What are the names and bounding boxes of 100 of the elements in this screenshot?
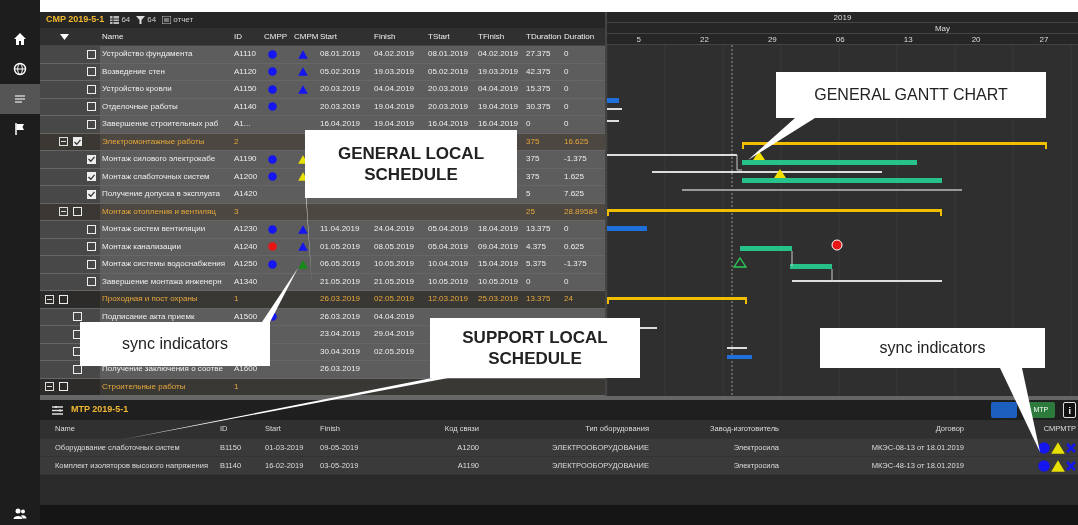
table-cell-text: A1110: [233, 48, 257, 61]
checkbox[interactable]: [87, 189, 96, 199]
checkbox[interactable]: [87, 119, 96, 129]
table-cell-text: Подписание акта приемк: [101, 310, 196, 323]
table-cell-text: A1150: [233, 83, 258, 96]
checkbox[interactable]: [73, 207, 82, 217]
table-cell-text: 375: [525, 153, 541, 166]
users-icon[interactable]: [13, 507, 27, 521]
table-cell-text: 1: [233, 293, 240, 306]
table-cell-text: 0: [525, 118, 532, 131]
callout-label: GENERAL LOCAL SCHEDULE: [305, 130, 517, 198]
checkbox[interactable]: [87, 259, 96, 269]
column-header[interactable]: Start: [318, 30, 372, 43]
table-cell-text: 0: [563, 100, 570, 113]
expand-toggle[interactable]: [45, 294, 54, 304]
table-cell-text: 02.05.2019: [373, 293, 416, 306]
table-cell-text: 375: [525, 170, 541, 183]
table-cell-text: 05.02.2019: [427, 65, 470, 78]
callout-label: sync indicators: [80, 322, 270, 366]
column-header[interactable]: TFinish: [476, 30, 524, 43]
check-icon: [88, 191, 95, 198]
table-cell-text: A1250: [233, 258, 259, 271]
checkbox[interactable]: [59, 294, 68, 304]
table-cell-text: 1.625: [563, 170, 586, 183]
column-header[interactable]: Name: [100, 30, 232, 43]
checkbox[interactable]: [73, 312, 82, 322]
table-cell-text: A1140: [233, 100, 258, 113]
table-cell-text: A1240: [233, 240, 259, 253]
gantt-bar: [790, 264, 832, 269]
column-header[interactable]: TStart: [426, 30, 476, 43]
table-cell-text: A1230: [233, 223, 259, 236]
checkbox[interactable]: [73, 137, 82, 147]
table-cell-text: 19.04.2019: [373, 100, 416, 113]
column-header[interactable]: CMPP: [262, 30, 292, 43]
triangle-marker: [774, 169, 786, 178]
table-cell-text: -1.375: [563, 153, 588, 166]
table-cell-text: 0: [563, 48, 570, 61]
connector-line: [831, 268, 833, 282]
check-icon: [88, 156, 95, 163]
table-cell-text: A1200: [233, 170, 259, 183]
column-header[interactable]: Duration: [562, 30, 600, 43]
settings-icon[interactable]: [52, 405, 63, 415]
table-cell-text: 1: [233, 380, 240, 393]
table-icon[interactable]: [110, 16, 120, 24]
table-cell-text: 20.03.2019: [427, 100, 470, 113]
table-cell-text: 4.375: [525, 240, 548, 253]
column-header[interactable]: Finish: [372, 30, 426, 43]
checkbox[interactable]: [87, 49, 96, 59]
table-cell-text: 15.375: [525, 83, 552, 96]
table-cell-text: 19.04.2019: [373, 118, 416, 131]
table-cell-text: 08.01.2019: [319, 48, 362, 61]
table-cell-text: 24: [563, 293, 574, 306]
column-header[interactable]: TDuration: [524, 30, 562, 43]
column-header[interactable]: ID: [232, 30, 262, 43]
checkbox[interactable]: [59, 382, 68, 392]
caret-icon[interactable]: [60, 33, 69, 40]
table-cell-text: 0: [563, 223, 570, 236]
table-cell-text: Получение заключения о соотве: [101, 363, 224, 376]
checkbox[interactable]: [87, 67, 96, 77]
checkbox[interactable]: [87, 102, 96, 112]
table-cell-text: 09.04.2019: [477, 240, 520, 253]
table-cell-text: 10.04.2019: [427, 258, 470, 271]
table-cell-text: 19.03.2019: [373, 65, 416, 78]
checkbox[interactable]: [87, 224, 96, 234]
checkbox[interactable]: [87, 277, 96, 287]
table-cell-text: 0: [563, 275, 570, 288]
toolbar-label: 64: [121, 14, 131, 26]
table-cell-text: Монтаж слаботочных систем: [101, 170, 211, 183]
gantt-bar: [740, 246, 792, 251]
expand-toggle[interactable]: [45, 382, 54, 392]
table-cell-text: 26.03.2019: [319, 293, 362, 306]
table-cell-text: 20.03.2019: [319, 83, 362, 96]
callout-label: SUPPORT LOCAL SCHEDULE: [430, 318, 640, 378]
table-cell-text: 08.01.2019: [427, 48, 470, 61]
table-cell-text: 16.04.2019: [319, 118, 362, 131]
week-label: 29: [767, 34, 777, 44]
toolbar-label: 64: [147, 14, 157, 26]
table-cell-text: 10.05.2019: [427, 275, 470, 288]
table-cell-text: 0: [563, 118, 570, 131]
table-cell-text: A1340: [233, 275, 259, 288]
checkbox[interactable]: [87, 242, 96, 252]
expand-toggle[interactable]: [59, 207, 68, 217]
checkbox[interactable]: [87, 154, 96, 164]
table-cell-text: 26.03.2019: [319, 310, 362, 323]
table-cell-text: A1420: [233, 188, 259, 201]
checkbox[interactable]: [87, 84, 96, 94]
table-cell-text: 18.04.2019: [477, 223, 520, 236]
table-cell-text: A1190: [233, 153, 258, 166]
filter-icon[interactable]: [136, 16, 146, 24]
table-cell-text: 16.625: [563, 135, 590, 148]
expand-toggle[interactable]: [59, 137, 68, 147]
checkbox[interactable]: [87, 172, 96, 182]
report-icon[interactable]: [162, 16, 172, 24]
column-header[interactable]: CMPM: [292, 30, 318, 43]
toolbar-button[interactable]: [991, 402, 1018, 418]
table-cell-text: 13.375: [525, 223, 552, 236]
table-cell-text: 20.03.2019: [319, 100, 362, 113]
table-cell-text: 19.04.2019: [477, 100, 520, 113]
table-cell-text: 21.05.2019: [373, 275, 416, 288]
toolbar-button[interactable]: i: [1063, 402, 1076, 418]
